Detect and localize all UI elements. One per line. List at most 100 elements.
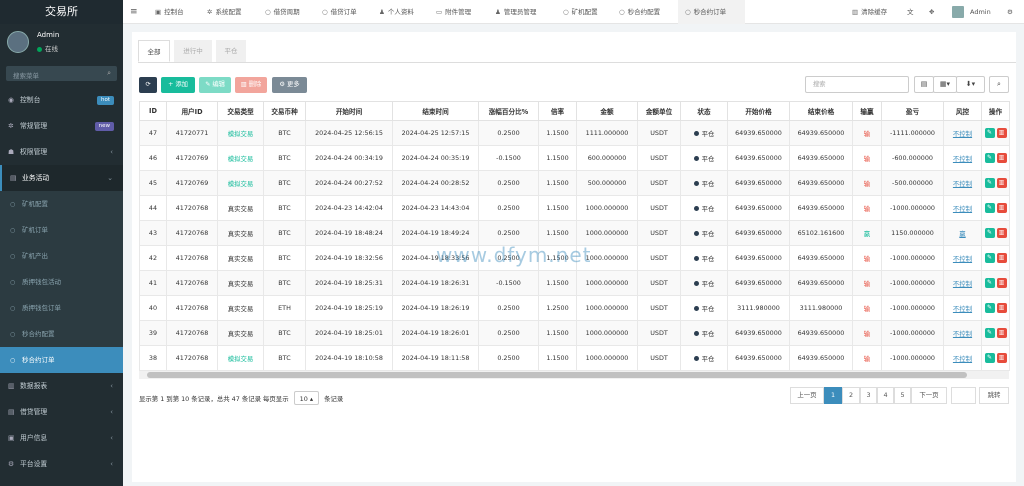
cell-risk[interactable]: 不控制: [943, 320, 982, 346]
nav-tab-loan-period[interactable]: ○ 借贷周期: [265, 0, 300, 24]
row-delete-icon[interactable]: ▥: [996, 153, 1007, 163]
column-header[interactable]: 交易币种: [263, 101, 306, 121]
cell-risk[interactable]: 不控制: [943, 170, 982, 196]
sidebar-subitem-miner-output[interactable]: ○ 矿机产出: [0, 243, 123, 269]
edit-button[interactable]: ✎ 编辑: [199, 77, 231, 93]
next-page-button[interactable]: 下一页: [911, 387, 947, 404]
column-header[interactable]: 状态: [680, 101, 728, 121]
table-search-input[interactable]: 搜索: [805, 76, 909, 93]
clear-cache-button[interactable]: ▥ 清除缓存: [852, 0, 887, 24]
sidebar-item-reports[interactable]: ▥ 数据报表 ‹: [0, 373, 123, 399]
table-row[interactable]: 39 41720768 真实交易 BTC 2024-04-19 18:25:01 2024…: [139, 320, 1010, 346]
more-button[interactable]: ⚙ 更多: [272, 77, 307, 93]
column-header[interactable]: 盈亏: [881, 101, 944, 121]
sidebar-item-general[interactable]: ✲ 常规管理 new: [0, 113, 123, 139]
row-edit-icon[interactable]: ✎: [984, 203, 995, 213]
column-header[interactable]: 风控: [943, 101, 982, 121]
tab-all[interactable]: 全部: [138, 40, 170, 62]
scrollbar-thumb[interactable]: [147, 372, 967, 378]
search-icon[interactable]: ⌕: [107, 69, 111, 78]
table-row[interactable]: 38 41720768 模拟交易 BTC 2024-04-19 18:10:58 2024…: [139, 345, 1010, 371]
row-delete-icon[interactable]: ▥: [996, 128, 1007, 138]
jump-button[interactable]: 跳转: [979, 387, 1009, 404]
delete-button[interactable]: ▥ 删除: [235, 77, 267, 93]
add-button[interactable]: + 添加: [161, 77, 195, 93]
sidebar-item-platform[interactable]: ⚙ 平台设置 ‹: [0, 451, 123, 477]
sidebar-search-input[interactable]: 搜索菜单 ⌕: [6, 66, 117, 81]
brand-logo[interactable]: 交易所: [0, 0, 123, 24]
cell-risk-text[interactable]: 不控制: [953, 255, 972, 263]
cell-risk-text[interactable]: 不控制: [953, 280, 972, 288]
column-header[interactable]: 结束价格: [789, 101, 853, 121]
nav-tab-loan-orders[interactable]: ○ 借贷订单: [322, 0, 357, 24]
advanced-search-icon[interactable]: ⌕: [989, 76, 1009, 93]
nav-tab-contract-config[interactable]: ○ 秒合约配置: [619, 0, 660, 24]
row-edit-icon[interactable]: ✎: [984, 353, 995, 363]
sidebar-item-permission[interactable]: ☗ 权限管理 ‹: [0, 139, 123, 165]
table-row[interactable]: 43 41720768 真实交易 BTC 2024-04-19 18:48:24 2024…: [139, 220, 1010, 246]
nav-tab-profile[interactable]: ♟ 个人资料: [379, 0, 414, 24]
nav-tab-contract-orders[interactable]: ○ 秒合约订单: [678, 0, 745, 24]
fullscreen-icon[interactable]: ✥: [929, 0, 934, 24]
prev-page-button[interactable]: 上一页: [790, 387, 824, 404]
cell-risk[interactable]: 不控制: [943, 270, 982, 296]
row-delete-icon[interactable]: ▥: [996, 203, 1007, 213]
sidebar-item-loans[interactable]: ▤ 借贷管理 ‹: [0, 399, 123, 425]
sidebar-subitem-contract-orders[interactable]: ○ 秒合约订单: [0, 347, 123, 373]
row-delete-icon[interactable]: ▥: [996, 328, 1007, 338]
column-header[interactable]: 倍率: [538, 101, 577, 121]
column-header[interactable]: 金额: [576, 101, 638, 121]
cell-risk-text[interactable]: 不控制: [953, 305, 972, 313]
row-edit-icon[interactable]: ✎: [984, 128, 995, 138]
nav-tab-admins[interactable]: ♟ 管理员管理: [495, 0, 536, 24]
sidebar-subitem-contract-config[interactable]: ○ 秒合约配置: [0, 321, 123, 347]
tab-in-progress[interactable]: 进行中: [174, 40, 212, 62]
cell-risk[interactable]: 不控制: [943, 145, 982, 171]
column-header[interactable]: 结束时间: [392, 101, 479, 121]
nav-tab-system-config[interactable]: ✲ 系统配置: [207, 0, 241, 24]
row-delete-icon[interactable]: ▥: [996, 178, 1007, 188]
page-5-button[interactable]: 5: [894, 387, 911, 404]
row-edit-icon[interactable]: ✎: [984, 153, 995, 163]
column-header[interactable]: 输赢: [852, 101, 882, 121]
cell-risk[interactable]: 不控制: [943, 245, 982, 271]
row-edit-icon[interactable]: ✎: [984, 303, 995, 313]
page-1-button[interactable]: 1: [824, 387, 842, 404]
table-row[interactable]: 41 41720768 真实交易 BTC 2024-04-19 18:25:31 2024…: [139, 270, 1010, 296]
cell-risk-text[interactable]: 不控制: [953, 155, 972, 163]
column-header[interactable]: 开始价格: [727, 101, 790, 121]
page-4-button[interactable]: 4: [877, 387, 894, 404]
sidebar-item-business[interactable]: ▤ 业务活动 ⌄: [0, 165, 123, 191]
toggle-view-icon[interactable]: ▤: [914, 76, 934, 93]
row-edit-icon[interactable]: ✎: [984, 178, 995, 188]
column-header[interactable]: 开始时间: [305, 101, 393, 121]
column-header[interactable]: 涨幅百分比%: [478, 101, 539, 121]
nav-tab-attachments[interactable]: ▭ 附件管理: [436, 0, 471, 24]
export-icon[interactable]: ⬇▾: [956, 76, 985, 93]
cell-risk-text[interactable]: 赢: [959, 230, 965, 238]
row-edit-icon[interactable]: ✎: [984, 278, 995, 288]
page-size-select[interactable]: 10 ▴: [293, 391, 320, 405]
cell-risk[interactable]: 不控制: [943, 195, 982, 221]
sidebar-item-dashboard[interactable]: ◉ 控制台 hot: [0, 87, 123, 113]
row-edit-icon[interactable]: ✎: [984, 253, 995, 263]
cell-risk[interactable]: 不控制: [943, 120, 982, 146]
cell-risk-text[interactable]: 不控制: [953, 355, 972, 363]
sidebar-subitem-miner-config[interactable]: ○ 矿机配置: [0, 191, 123, 217]
row-edit-icon[interactable]: ✎: [984, 328, 995, 338]
columns-icon[interactable]: ▦▾: [933, 76, 957, 93]
cell-risk-text[interactable]: 不控制: [953, 180, 972, 188]
user-avatar-icon[interactable]: [952, 6, 964, 18]
horizontal-scrollbar[interactable]: [139, 371, 1009, 379]
menu-toggle-icon[interactable]: ≡: [130, 0, 138, 24]
column-header[interactable]: 操作: [981, 101, 1010, 121]
tab-closed[interactable]: 平仓: [216, 40, 246, 62]
row-delete-icon[interactable]: ▥: [996, 303, 1007, 313]
row-edit-icon[interactable]: ✎: [984, 228, 995, 238]
row-delete-icon[interactable]: ▥: [996, 278, 1007, 288]
table-row[interactable]: 44 41720768 真实交易 BTC 2024-04-23 14:42:04 2024…: [139, 195, 1010, 221]
nav-tab-miner-config[interactable]: ○ 矿机配置: [563, 0, 598, 24]
sidebar-subitem-staking-activity[interactable]: ○ 质押钱包活动: [0, 269, 123, 295]
settings-icon[interactable]: ⚙: [1007, 0, 1013, 24]
page-3-button[interactable]: 3: [860, 387, 877, 404]
